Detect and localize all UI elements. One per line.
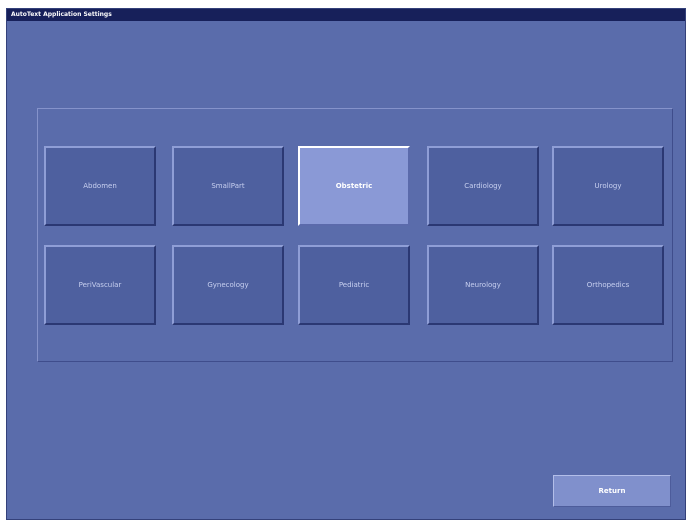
app-button-smallpart[interactable]: SmallPart <box>172 146 284 226</box>
window-title: AutoText Application Settings <box>7 9 685 21</box>
app-button-urology[interactable]: Urology <box>552 146 664 226</box>
app-button-orthopedics[interactable]: Orthopedics <box>552 245 664 325</box>
settings-window: AutoText Application Settings Abdomen Sm… <box>6 8 686 520</box>
app-button-abdomen[interactable]: Abdomen <box>44 146 156 226</box>
app-button-cardiology[interactable]: Cardiology <box>427 146 539 226</box>
app-button-neurology[interactable]: Neurology <box>427 245 539 325</box>
app-button-gynecology[interactable]: Gynecology <box>172 245 284 325</box>
app-button-perivascular[interactable]: PeriVascular <box>44 245 156 325</box>
app-button-pediatric[interactable]: Pediatric <box>298 245 410 325</box>
app-button-obstetric[interactable]: Obstetric <box>298 146 410 226</box>
return-button[interactable]: Return <box>553 475 671 507</box>
